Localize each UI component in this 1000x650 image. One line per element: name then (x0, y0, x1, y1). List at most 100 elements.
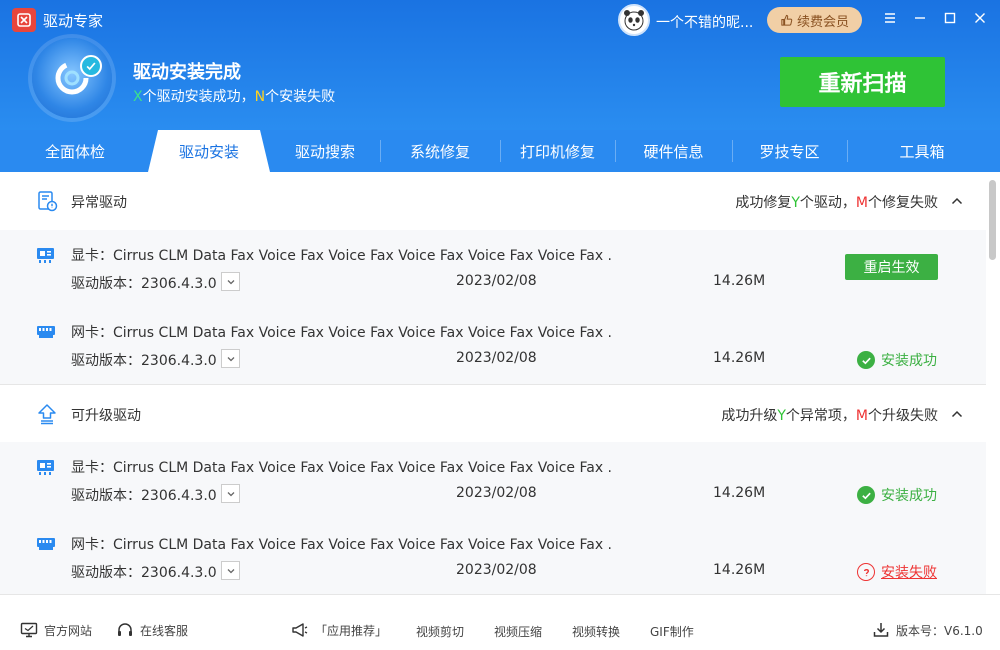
monitor-icon (20, 622, 38, 638)
version-info[interactable]: 版本号：V6.1.0 (872, 621, 983, 639)
install-summary: X个驱动安装成功，N个安装失败 (133, 86, 335, 106)
driver-version: 驱动版本：2306.4.3.0 (71, 276, 217, 292)
app-recommend-link[interactable]: 「应用推荐」 (291, 621, 387, 639)
driver-date: 2023/02/08 (456, 562, 537, 578)
driver-version: 驱动版本：2306.4.3.0 (71, 488, 217, 504)
upgrade-arrow-icon (38, 404, 56, 425)
driver-size: 14.26M (713, 562, 766, 578)
rescan-button[interactable]: 重新扫描 (780, 57, 945, 107)
tab-hardware-info[interactable]: 硬件信息 (615, 130, 732, 172)
official-website-label: 官方网站 (44, 623, 93, 638)
online-support-link[interactable]: 在线客服 (116, 621, 188, 639)
driver-name: 显卡：Cirrus CLM Data Fax Voice Fax Voice F… (71, 460, 611, 476)
driver-date: 2023/02/08 (456, 350, 537, 366)
section-title: 异常驱动 (71, 195, 127, 211)
tab-logitech-zone[interactable]: 罗技专区 (732, 130, 847, 172)
driver-row: 显卡：Cirrus CLM Data Fax Voice Fax Voice F… (0, 442, 986, 520)
display-card-icon (37, 460, 54, 475)
close-icon[interactable] (971, 9, 989, 27)
display-card-icon (37, 248, 54, 263)
chevron-up-icon[interactable] (950, 194, 964, 208)
version-dropdown[interactable] (221, 349, 240, 368)
renew-vip-button[interactable]: 续费会员 (767, 7, 862, 33)
panda-avatar-icon (624, 10, 644, 31)
status-part: 个异常项， (785, 408, 856, 424)
install-status-label: 安装失败 (881, 565, 937, 581)
thumbs-up-icon (781, 14, 793, 26)
abnormal-driver-icon (38, 191, 58, 212)
video-convert-link[interactable]: 视频转换 (572, 623, 620, 640)
gif-maker-link[interactable]: GIF制作 (650, 623, 694, 640)
download-icon (873, 623, 889, 637)
tab-driver-search[interactable]: 驱动搜索 (270, 130, 380, 172)
driver-row: 显卡：Cirrus CLM Data Fax Voice Fax Voice F… (0, 230, 986, 308)
video-cut-link[interactable]: 视频剪切 (416, 623, 464, 640)
tab-toolbox[interactable]: 工具箱 (847, 130, 997, 172)
failed-count: M (855, 195, 868, 211)
install-status: 安装成功 (857, 350, 937, 370)
user-avatar[interactable] (618, 4, 650, 36)
driver-size: 14.26M (713, 273, 766, 289)
question-circle-icon (857, 563, 875, 581)
app-name: 驱动专家 (43, 12, 104, 30)
version-dropdown[interactable] (221, 272, 240, 291)
version-dropdown[interactable] (221, 561, 240, 580)
section-header-abnormal[interactable]: 异常驱动 成功修复Y个驱动，M个修复失败 (0, 172, 986, 230)
success-count: X (133, 89, 143, 105)
driver-name: 网卡：Cirrus CLM Data Fax Voice Fax Voice F… (71, 325, 611, 341)
network-card-icon (37, 326, 55, 338)
install-status-label: 安装成功 (881, 488, 937, 504)
tab-system-repair[interactable]: 系统修复 (380, 130, 500, 172)
vertical-scrollbar[interactable] (986, 172, 1000, 594)
scrollbar-thumb[interactable] (989, 180, 996, 260)
install-status: 安装成功 (857, 485, 937, 505)
network-card-icon (37, 538, 55, 550)
tab-driver-install[interactable]: 驱动安装 (148, 130, 270, 172)
driver-row: 网卡：Cirrus CLM Data Fax Voice Fax Voice F… (0, 519, 986, 594)
chevron-down-icon (227, 279, 234, 284)
upgraded-count: Y (777, 408, 786, 424)
version-label: 版本号：V6.1.0 (896, 623, 983, 638)
minimize-icon[interactable] (911, 9, 929, 27)
chevron-down-icon (227, 356, 234, 361)
driver-row: 网卡：Cirrus CLM Data Fax Voice Fax Voice F… (0, 307, 986, 385)
install-failed-link[interactable]: 安装失败 (857, 562, 937, 582)
chevron-up-icon[interactable] (950, 407, 964, 421)
maximize-icon[interactable] (941, 9, 959, 27)
fail-count: N (254, 89, 266, 105)
header: 驱动专家 一个不错的昵... 续费会员 驱动安装完成 X个驱动安装成功，N个安装… (0, 0, 1000, 130)
restart-to-apply-button[interactable]: 重启生效 (845, 254, 938, 280)
official-website-link[interactable]: 官方网站 (20, 621, 92, 639)
section-status: 成功升级Y个异常项，M个升级失败 (721, 405, 938, 425)
status-part: 个升级失败 (868, 408, 938, 424)
driver-expert-window: 驱动专家 一个不错的昵... 续费会员 驱动安装完成 X个驱动安装成功，N个安装… (0, 0, 1000, 650)
online-support-label: 在线客服 (140, 623, 189, 638)
main-tabs: 全面体检 驱动安装 驱动搜索 系统修复 打印机修复 硬件信息 罗技专区 工具箱 (0, 130, 1000, 172)
section-title: 可升级驱动 (71, 408, 141, 424)
section-status: 成功修复Y个驱动，M个修复失败 (735, 192, 938, 212)
tab-full-checkup[interactable]: 全面体检 (0, 130, 150, 172)
tab-printer-repair[interactable]: 打印机修复 (500, 130, 615, 172)
section-body-upgradable: 显卡：Cirrus CLM Data Fax Voice Fax Voice F… (0, 442, 986, 594)
driver-name: 显卡：Cirrus CLM Data Fax Voice Fax Voice F… (71, 248, 611, 264)
driver-date: 2023/02/08 (456, 485, 537, 501)
driver-date: 2023/02/08 (456, 273, 537, 289)
install-status-label: 安装成功 (881, 353, 937, 369)
success-check-icon (857, 351, 875, 369)
menu-icon[interactable] (881, 9, 899, 27)
section-header-upgradable[interactable]: 可升级驱动 成功升级Y个异常项，M个升级失败 (0, 385, 986, 443)
app-recommend-label: 「应用推荐」 (315, 623, 388, 638)
version-dropdown[interactable] (221, 484, 240, 503)
status-part: 成功修复 (735, 195, 792, 211)
chevron-down-icon (227, 491, 234, 496)
driver-name: 网卡：Cirrus CLM Data Fax Voice Fax Voice F… (71, 537, 611, 553)
success-check-icon (857, 486, 875, 504)
user-name[interactable]: 一个不错的昵... (656, 12, 756, 32)
repaired-count: Y (791, 195, 800, 211)
fail-text: 个安装失败 (265, 89, 336, 105)
video-compress-link[interactable]: 视频压缩 (494, 623, 542, 640)
install-complete-graphic (32, 38, 112, 118)
renew-vip-label: 续费会员 (796, 14, 849, 30)
success-text: 个驱动安装成功， (142, 89, 255, 105)
driver-version: 驱动版本：2306.4.3.0 (71, 565, 217, 581)
